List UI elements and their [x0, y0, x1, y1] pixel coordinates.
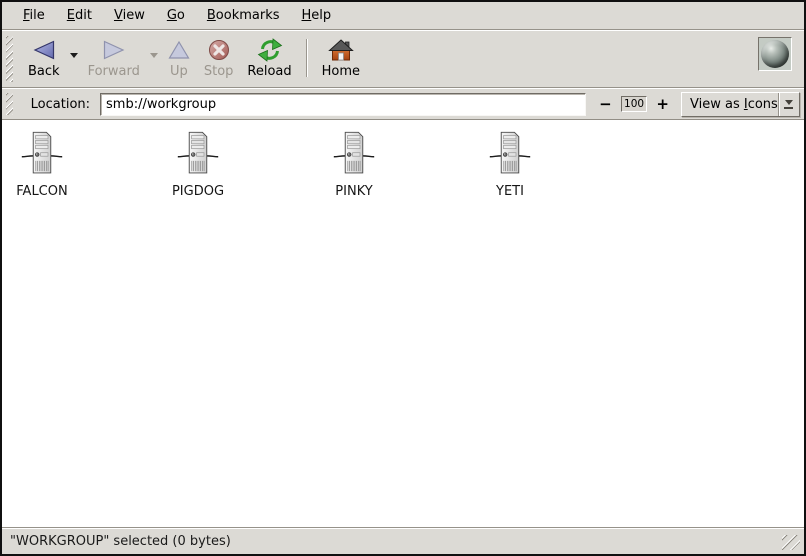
- menu-bookmarks[interactable]: Bookmarks: [196, 3, 291, 29]
- home-button[interactable]: Home: [315, 33, 367, 82]
- file-manager-window: File Edit View Go Bookmarks Help Back Fo…: [0, 0, 806, 556]
- status-text: "WORKGROUP" selected (0 bytes): [10, 534, 231, 549]
- network-server-icon: [332, 130, 376, 178]
- icon-view[interactable]: FALCON PIGDOG PINKY YETI: [2, 119, 804, 527]
- server-item-pinky[interactable]: PINKY: [322, 130, 386, 199]
- back-button[interactable]: Back: [21, 33, 67, 82]
- zoom-out-button[interactable]: −: [597, 97, 614, 112]
- throbber: [758, 37, 792, 71]
- forward-arrow-icon: [101, 36, 127, 63]
- location-bar: Location: − 100 + View as Icons: [2, 88, 804, 119]
- menu-help[interactable]: Help: [291, 3, 343, 29]
- stop-icon: [207, 36, 231, 63]
- reload-icon: [257, 36, 283, 63]
- resize-grip[interactable]: [782, 535, 800, 550]
- forward-history-dropdown[interactable]: [147, 53, 161, 58]
- stop-button[interactable]: Stop: [197, 33, 241, 82]
- chevron-down-icon: [150, 53, 158, 58]
- server-name: YETI: [496, 184, 524, 199]
- location-label: Location:: [31, 97, 90, 112]
- toolbar-drag-handle[interactable]: [6, 36, 13, 82]
- server-name: FALCON: [16, 184, 67, 199]
- up-arrow-icon: [168, 36, 190, 63]
- forward-label: Forward: [88, 64, 140, 79]
- toolbar: Back Forward Up: [2, 30, 804, 88]
- zoom-in-button[interactable]: +: [654, 97, 671, 112]
- network-server-icon: [20, 130, 64, 178]
- dropdown-arrow-icon: [778, 93, 799, 116]
- forward-button[interactable]: Forward: [81, 33, 147, 82]
- home-label: Home: [322, 64, 360, 79]
- network-server-icon: [488, 130, 532, 178]
- back-history-dropdown[interactable]: [67, 53, 81, 58]
- chevron-down-icon: [70, 53, 78, 58]
- home-icon: [328, 36, 354, 63]
- server-item-falcon[interactable]: FALCON: [10, 130, 74, 199]
- reload-label: Reload: [247, 64, 291, 79]
- menu-edit[interactable]: Edit: [56, 3, 103, 29]
- globe-sphere-icon: [761, 40, 789, 68]
- up-button[interactable]: Up: [161, 33, 197, 82]
- reload-button[interactable]: Reload: [240, 33, 298, 82]
- menubar: File Edit View Go Bookmarks Help: [2, 2, 804, 30]
- view-as-dropdown[interactable]: View as Icons: [681, 92, 800, 117]
- back-arrow-icon: [31, 36, 57, 63]
- server-item-yeti[interactable]: YETI: [478, 130, 542, 199]
- network-server-icon: [176, 130, 220, 178]
- back-label: Back: [28, 64, 60, 79]
- location-bar-drag-handle[interactable]: [6, 93, 13, 115]
- menu-file[interactable]: File: [12, 3, 56, 29]
- view-as-label: View as Icons: [682, 97, 778, 112]
- zoom-level-indicator[interactable]: 100: [621, 96, 648, 112]
- server-item-pigdog[interactable]: PIGDOG: [166, 130, 230, 199]
- server-name: PIGDOG: [172, 184, 224, 199]
- stop-label: Stop: [204, 64, 234, 79]
- location-input[interactable]: [100, 93, 586, 116]
- status-bar: "WORKGROUP" selected (0 bytes): [2, 527, 804, 554]
- server-name: PINKY: [335, 184, 372, 199]
- menu-view[interactable]: View: [103, 3, 156, 29]
- up-label: Up: [170, 64, 188, 79]
- toolbar-separator: [306, 39, 308, 77]
- menu-go[interactable]: Go: [156, 3, 196, 29]
